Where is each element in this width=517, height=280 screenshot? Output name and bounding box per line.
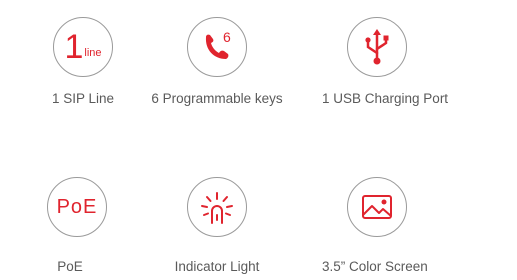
programmable-keys-count: 6 <box>223 29 231 45</box>
sip-line-number: 1 <box>64 28 84 66</box>
sip-line-word: line <box>84 47 102 59</box>
feature-label-usb-port: 1 USB Charging Port <box>322 91 449 106</box>
feature-label-poe: PoE <box>57 259 83 274</box>
picture-screen-icon <box>347 177 407 237</box>
indicator-light-icon <box>187 177 247 237</box>
feature-label-indicator-light: Indicator Light <box>174 259 260 274</box>
phone-handset-icon: 6 <box>187 17 247 77</box>
feature-label-color-screen: 3.5” Color Screen <box>322 259 428 274</box>
poe-icon-text: PoE <box>56 195 98 218</box>
usb-icon <box>347 17 407 77</box>
sip-line-icon: 1 line <box>53 17 113 77</box>
feature-label-programmable-keys: 6 Programmable keys <box>151 91 283 106</box>
poe-icon: PoE <box>47 177 107 237</box>
